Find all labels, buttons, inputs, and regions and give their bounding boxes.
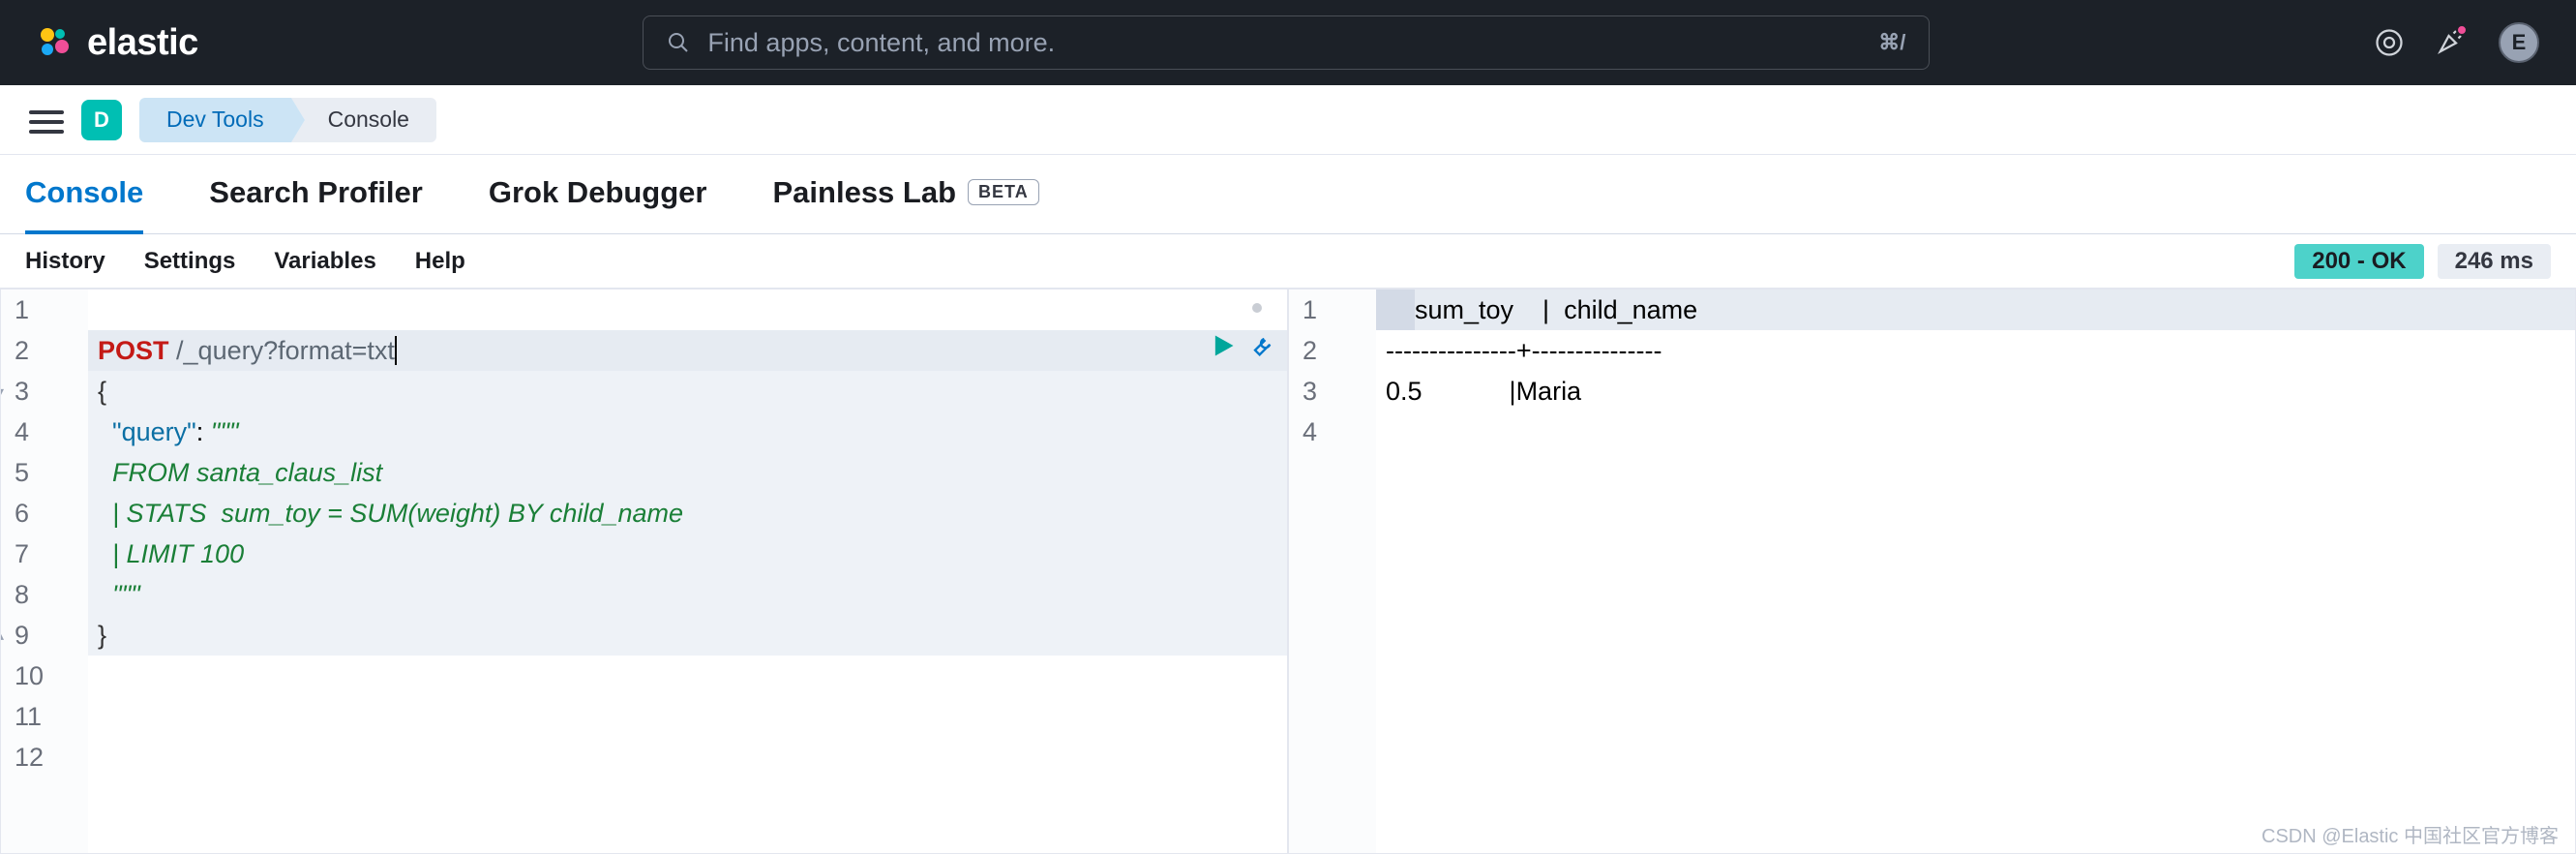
global-header: elastic Find apps, content, and more. ⌘/…	[0, 0, 2576, 85]
nav-toggle-icon[interactable]	[29, 105, 64, 136]
breadcrumb: Dev Tools Console	[139, 98, 436, 142]
request-pane[interactable]: 123▾456789▴101112 POST /_query?format=tx…	[0, 289, 1288, 854]
breadcrumb-dev-tools[interactable]: Dev Tools	[139, 98, 291, 142]
output-line: sum_toy | child_name	[1386, 290, 2565, 330]
response-gutter: 1234	[1289, 290, 1376, 853]
tab-search-profiler[interactable]: Search Profiler	[209, 155, 423, 234]
tab-grok-debugger[interactable]: Grok Debugger	[489, 155, 707, 234]
search-icon	[667, 31, 690, 54]
notification-dot	[2456, 24, 2468, 36]
donut-icon[interactable]	[2375, 28, 2404, 57]
link-history[interactable]: History	[25, 248, 105, 275]
search-shortcut: ⌘/	[1878, 30, 1905, 55]
wrench-icon[interactable]	[1248, 332, 1275, 359]
request-gutter: 123▾456789▴101112	[1, 290, 88, 853]
request-editor[interactable]: POST /_query?format=txt { "query": """ F…	[88, 290, 1287, 853]
celebration-icon-wrap[interactable]	[2437, 26, 2466, 60]
request-actions	[1210, 332, 1275, 359]
link-variables[interactable]: Variables	[274, 248, 375, 275]
status-badge: 200 - OK	[2294, 244, 2423, 279]
user-avatar[interactable]: E	[2499, 22, 2539, 63]
play-icon[interactable]	[1210, 332, 1237, 359]
response-pane[interactable]: 1234 sum_toy | child_name --------------…	[1288, 289, 2576, 854]
response-output[interactable]: sum_toy | child_name ---------------+---…	[1376, 290, 2575, 853]
editor-split: 123▾456789▴101112 POST /_query?format=tx…	[0, 289, 2576, 854]
time-badge: 246 ms	[2438, 244, 2551, 279]
console-toolbar: History Settings Variables Help 200 - OK…	[0, 234, 2576, 289]
link-settings[interactable]: Settings	[144, 248, 236, 275]
tab-bar: Console Search Profiler Grok Debugger Pa…	[0, 155, 2576, 234]
app-badge[interactable]: D	[81, 100, 122, 140]
tab-painless-lab[interactable]: Painless Lab BETA	[773, 155, 1039, 234]
link-help[interactable]: Help	[415, 248, 465, 275]
output-line: 0.5 |Maria	[1386, 371, 2565, 412]
request-path: /_query?format=txt	[176, 330, 395, 371]
watermark-text: CSDN @Elastic 中国社区官方博客	[2261, 820, 2559, 848]
breadcrumb-console: Console	[291, 98, 436, 142]
output-line	[1386, 412, 2565, 452]
http-method: POST	[98, 330, 169, 371]
global-search[interactable]: Find apps, content, and more. ⌘/	[643, 15, 1930, 70]
search-placeholder: Find apps, content, and more.	[707, 28, 1861, 58]
elastic-logo-icon	[37, 25, 72, 60]
output-line: ---------------+---------------	[1386, 330, 2565, 371]
brand-name: elastic	[87, 22, 198, 64]
beta-badge: BETA	[968, 179, 1039, 205]
text-cursor	[395, 336, 397, 365]
breadcrumb-bar: D Dev Tools Console	[0, 85, 2576, 155]
tab-console[interactable]: Console	[25, 155, 143, 234]
